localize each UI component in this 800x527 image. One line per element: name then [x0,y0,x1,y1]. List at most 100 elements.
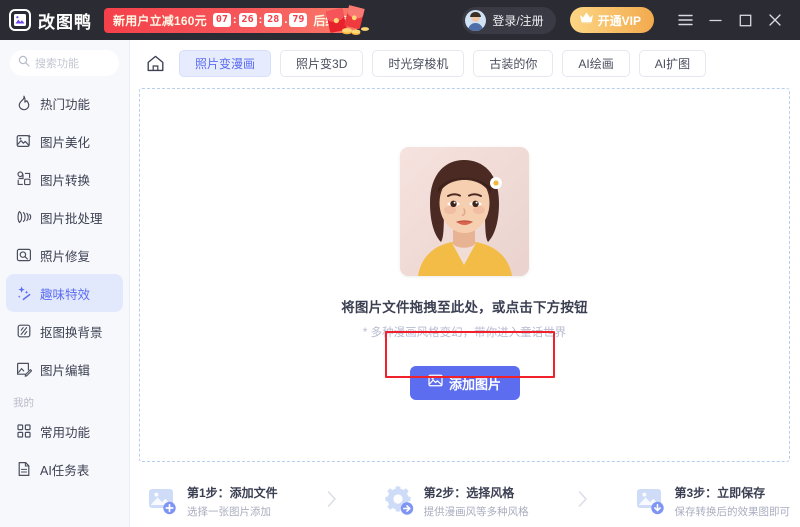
step-3-subtitle: 保存转换后的效果图即可 [674,505,791,518]
document-icon [16,461,32,477]
countdown-sep-3: . [284,14,288,26]
sidebar-item-convert[interactable]: 图片转换 [6,160,123,198]
chevron-right-icon [325,489,338,514]
titlebar-right-controls: 登录/注册 开通VIP [462,0,790,40]
step-3: 第3步：立即保存 保存转换后的效果图即可 [636,484,791,519]
magic-wand-icon [16,285,32,301]
convert-icon [16,171,32,187]
sidebar-item-label: 照片修复 [40,249,91,264]
step-1: 第1步：添加文件 选择一张图片添加 [148,484,278,519]
step-2-texts: 第2步：选择风格 提供漫画风等多种风格 [424,484,529,519]
sidebar-item-beautify[interactable]: 图片美化 [6,122,123,160]
close-icon[interactable] [760,0,790,40]
photo-repair-icon [16,247,32,263]
app-logo-icon [9,9,31,31]
search-placeholder: 搜索功能 [35,58,79,70]
save-picture-step-icon [636,486,666,516]
countdown-centiseconds: 79 [289,13,308,27]
dropzone-subtitle: * 多种漫画风格变幻，带你进入童话世界 [362,327,567,339]
login-register-label: 登录/注册 [492,13,544,28]
window-body: 搜索功能 热门功能 图片美化 图片转换 图片批处理 照片修复 趣味特效 抠图换背… [0,40,800,527]
crown-icon [579,11,594,29]
sidebar-section-label: 我的 [13,397,34,409]
sidebar-item-label: 图片编辑 [40,363,91,378]
portrait-photo-thumbnail [400,147,529,276]
step-3-title: 第3步：立即保存 [674,485,766,500]
sidebar-item-repair[interactable]: 照片修复 [6,236,123,274]
countdown-minutes: 26 [238,13,257,27]
tab-ancient-costume[interactable]: 古装的你 [473,49,554,77]
step-2: 第2步：选择风格 提供漫画风等多种风格 [384,484,529,519]
sidebar-item-common-tools[interactable]: 常用功能 [6,412,123,450]
tab-ai-painting[interactable]: AI绘画 [562,49,630,77]
app-logo: 改图鸭 [9,8,92,33]
sidebar-item-ai-tasks[interactable]: AI任务表 [6,450,123,488]
step-1-texts: 第1步：添加文件 选择一张图片添加 [187,484,278,519]
tab-bar: 照片变漫画 照片变3D 时光穿梭机 古装的你 AI绘画 AI扩图 [130,40,800,86]
sidebar-item-fun-effects[interactable]: 趣味特效 [6,274,123,312]
sidebar-item-batch[interactable]: 图片批处理 [6,198,123,236]
sidebar-item-label: 热门功能 [40,97,91,112]
grid-icon [16,423,32,439]
cutout-icon [16,323,32,339]
countdown-sep-1: : [232,14,237,26]
search-input[interactable]: 搜索功能 [10,50,119,76]
step-3-texts: 第3步：立即保存 保存转换后的效果图即可 [675,484,791,519]
file-dropzone[interactable]: 将图片文件拖拽至此处，或点击下方按钮 * 多种漫画风格变幻，带你进入童话世界 添… [139,88,790,462]
step-1-subtitle: 选择一张图片添加 [187,505,271,518]
step-2-title: 第2步：选择风格 [423,485,515,500]
countdown-seconds: 28 [264,13,283,27]
title-bar: 改图鸭 新用户立减160元 07 : 26 : 28 . 79 后结束 登录/注… [0,0,800,40]
gear-step-icon [384,486,415,516]
open-vip-label: 开通VIP [597,13,641,28]
sidebar-item-label: 抠图换背景 [40,325,103,340]
countdown-timer: 07 : 26 : 28 . 79 [212,13,308,27]
tab-photo-to-comic[interactable]: 照片变漫画 [179,49,272,77]
sidebar-item-label: 图片美化 [40,135,91,150]
countdown-sep-2: : [258,14,263,26]
sidebar-item-label: AI任务表 [40,463,90,478]
sidebar-item-edit[interactable]: 图片编辑 [6,350,123,388]
dropzone-title: 将图片文件拖拽至此处，或点击下方按钮 [341,300,588,315]
avatar [465,9,487,31]
sidebar-item-cutout[interactable]: 抠图换背景 [6,312,123,350]
picture-icon [428,373,443,393]
search-icon [18,54,30,72]
sidebar-item-label: 常用功能 [40,425,91,440]
add-image-label: 添加图片 [448,376,501,392]
sidebar-item-label: 趣味特效 [40,287,91,302]
countdown-hours: 07 [212,13,231,27]
sidebar: 搜索功能 热门功能 图片美化 图片转换 图片批处理 照片修复 趣味特效 抠图换背… [0,40,130,527]
step-2-subtitle: 提供漫画风等多种风格 [423,505,529,518]
sidebar-item-label: 图片批处理 [40,211,103,226]
minimize-icon[interactable] [700,0,730,40]
chevron-right-icon [576,489,589,514]
add-picture-step-icon [148,486,178,516]
dropzone-container: 将图片文件拖拽至此处，或点击下方按钮 * 多种漫画风格变幻，带你进入童话世界 添… [130,86,800,475]
sidebar-item-hot[interactable]: 热门功能 [6,84,123,122]
batch-icon [16,209,32,225]
app-logo-text: 改图鸭 [38,12,92,32]
step-1-title: 第1步：添加文件 [187,485,278,500]
add-image-button[interactable]: 添加图片 [409,366,520,400]
tab-time-machine[interactable]: 时光穿梭机 [372,49,465,77]
hamburger-menu-icon[interactable] [670,0,700,40]
sidebar-item-label: 图片转换 [40,173,91,188]
image-sparkle-icon [16,133,32,149]
app-window: 改图鸭 新用户立减160元 07 : 26 : 28 . 79 后结束 登录/注… [0,0,800,527]
step-arrow-2 [529,489,636,514]
promo-text: 新用户立减160元 [113,13,207,28]
flame-icon [16,95,32,111]
tab-ai-expand[interactable]: AI扩图 [638,49,707,77]
maximize-icon[interactable] [730,0,760,40]
login-register-button[interactable]: 登录/注册 [462,6,556,34]
tab-photo-to-3d[interactable]: 照片变3D [280,49,364,77]
promo-banner[interactable]: 新用户立减160元 07 : 26 : 28 . 79 后结束 [104,4,370,35]
step-arrow-1 [278,489,385,514]
main-content: 照片变漫画 照片变3D 时光穿梭机 古装的你 AI绘画 AI扩图 将图片文件拖拽… [130,40,800,527]
promo-tail-text: 后结束 [313,13,350,28]
home-icon[interactable] [142,50,168,76]
edit-image-icon [16,361,32,377]
open-vip-button[interactable]: 开通VIP [569,7,654,33]
steps-bar: 第1步：添加文件 选择一张图片添加 第2步：选择风格 提供漫画风等多种风格 第3… [130,475,800,527]
